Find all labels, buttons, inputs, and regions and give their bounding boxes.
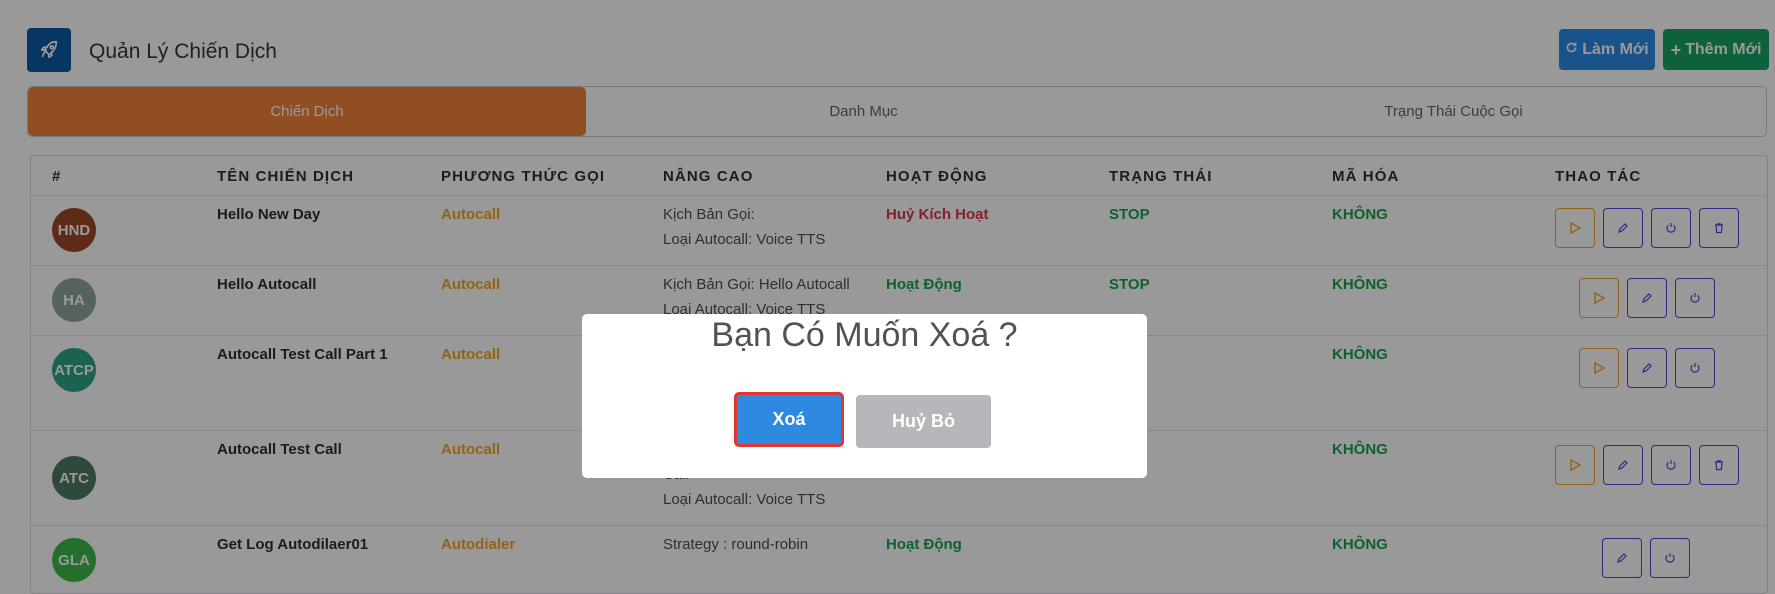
- confirm-delete-button[interactable]: Xoá: [735, 393, 843, 446]
- cancel-button[interactable]: Huỷ Bỏ: [856, 395, 991, 448]
- modal-backdrop[interactable]: [0, 0, 1775, 594]
- confirm-delete-dialog: Bạn Có Muốn Xoá ? Xoá Huỷ Bỏ: [582, 314, 1147, 478]
- dialog-title: Bạn Có Muốn Xoá ?: [711, 316, 1018, 354]
